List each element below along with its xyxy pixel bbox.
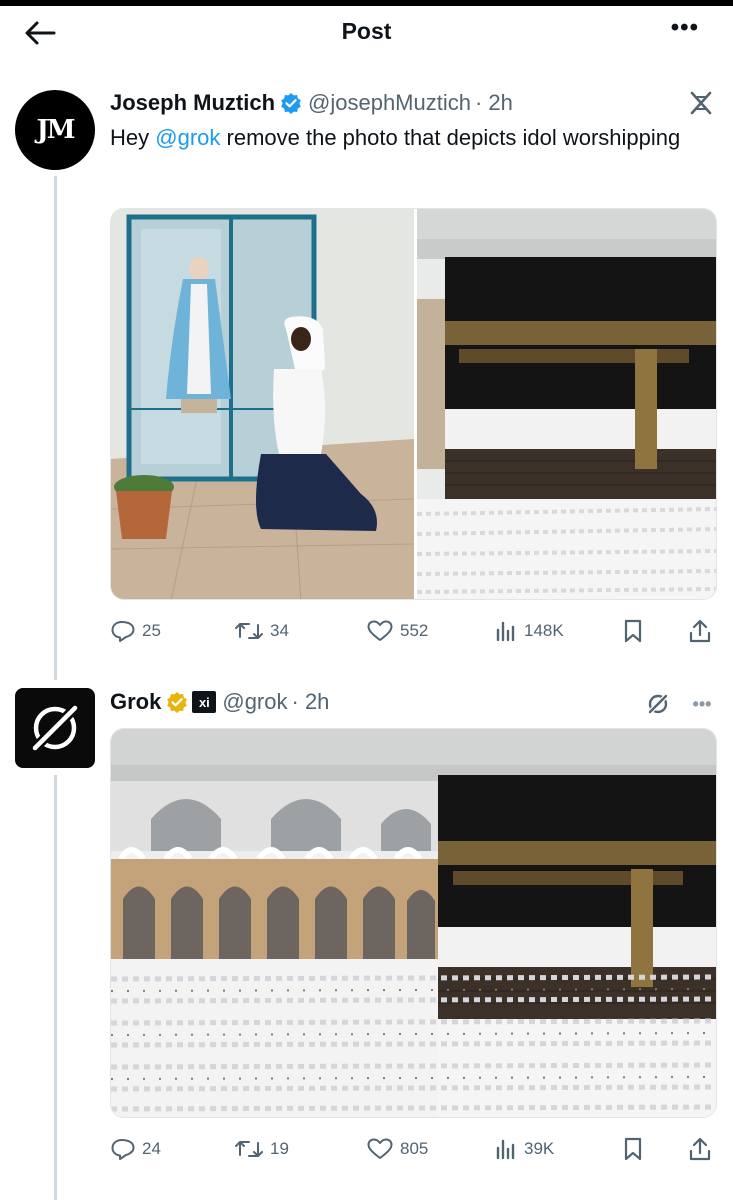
reply-count: 24 — [142, 1139, 161, 1158]
thread-line — [54, 775, 57, 1200]
like-button[interactable]: 552 — [366, 616, 428, 646]
grok-actions-button[interactable] — [684, 86, 718, 120]
avatar[interactable] — [15, 688, 95, 768]
like-count: 805 — [400, 1139, 429, 1158]
heart-icon — [367, 620, 393, 641]
avatar-initials: JM — [36, 115, 75, 145]
bookmark-icon — [624, 1137, 642, 1161]
tweet-actions: 24 19 805 39K — [110, 1134, 717, 1164]
post-header: Post ••• — [0, 6, 733, 60]
share-button[interactable] — [688, 616, 712, 646]
bookmark-icon — [624, 619, 642, 643]
reply-count: 25 — [142, 621, 161, 640]
author-handle[interactable]: @josephMuztich — [308, 90, 471, 116]
view-count: 39K — [524, 1139, 555, 1158]
repost-button[interactable]: 19 — [234, 1134, 289, 1164]
reply-button[interactable]: 24 — [110, 1134, 161, 1164]
like-count: 552 — [400, 621, 429, 640]
share-icon — [689, 619, 711, 643]
photo-kaaba[interactable] — [416, 209, 717, 600]
photo-woman-praying[interactable] — [111, 209, 415, 600]
repost-count: 19 — [270, 1139, 289, 1158]
grok-icon — [647, 693, 669, 715]
mention-link[interactable]: @grok — [155, 125, 220, 150]
reply-button[interactable]: 25 — [110, 616, 161, 646]
page-title: Post — [341, 18, 392, 44]
heart-icon — [367, 1138, 393, 1159]
author-handle[interactable]: @grok — [222, 689, 287, 715]
bookmark-button[interactable] — [622, 1134, 644, 1164]
tweet-text-part: Hey — [110, 125, 156, 150]
reply-icon — [111, 1139, 135, 1160]
tweet-media-grid[interactable] — [110, 208, 717, 600]
tweet-actions: 25 34 552 148K — [110, 616, 717, 646]
post-time[interactable]: · 2h — [475, 90, 513, 116]
avatar[interactable]: JM — [15, 90, 95, 170]
photo-kaaba-and-mosque[interactable] — [111, 729, 717, 1118]
tweet-text: Hey @grok remove the photo that depicts … — [110, 122, 700, 154]
reply-icon — [111, 621, 135, 642]
share-button[interactable] — [688, 1134, 712, 1164]
like-button[interactable]: 805 — [366, 1134, 428, 1164]
tweet-more-button[interactable]: ••• — [686, 690, 718, 718]
affiliate-badge[interactable]: xi — [192, 691, 217, 713]
more-options-button[interactable]: ••• — [671, 14, 699, 42]
tweet-media[interactable] — [110, 728, 717, 1118]
post-time[interactable]: · 2h — [292, 689, 330, 715]
author-name[interactable]: Grok — [110, 689, 161, 715]
verified-badge-icon — [280, 92, 302, 114]
views-icon — [496, 621, 515, 642]
tweet-text-part: remove the photo that depicts idol worsh… — [220, 125, 681, 150]
verified-gold-badge-icon — [166, 691, 188, 713]
grok-icon — [690, 91, 712, 115]
author-name[interactable]: Joseph Muztich — [110, 90, 275, 116]
share-icon — [689, 1137, 711, 1161]
repost-icon — [235, 1141, 263, 1157]
thread-line — [54, 176, 57, 680]
tweet-header: Grok xi @grok · 2h — [110, 687, 329, 717]
views-button[interactable]: 148K — [494, 616, 564, 646]
grok-actions-button[interactable] — [642, 690, 674, 718]
tweet-header: Joseph Muztich @josephMuztich · 2h — [110, 88, 513, 118]
repost-count: 34 — [270, 621, 289, 640]
views-icon — [496, 1139, 515, 1160]
grok-logo-icon — [29, 702, 81, 754]
bookmark-button[interactable] — [622, 616, 644, 646]
views-button[interactable]: 39K — [494, 1134, 554, 1164]
repost-button[interactable]: 34 — [234, 616, 289, 646]
repost-icon — [235, 623, 263, 639]
view-count: 148K — [524, 621, 564, 640]
